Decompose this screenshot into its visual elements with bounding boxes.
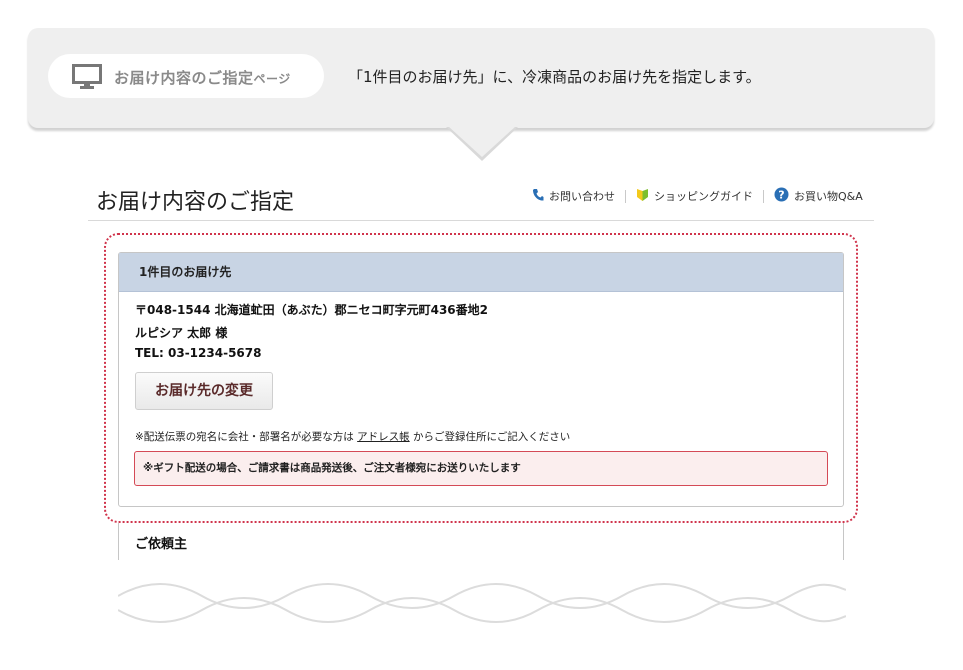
callout-pointer-fill xyxy=(448,126,516,157)
link-divider xyxy=(763,189,764,203)
cut-off-wave xyxy=(118,560,846,623)
change-address-button[interactable]: お届け先の変更 xyxy=(135,372,273,410)
panel-heading: 1件目のお届け先 xyxy=(119,253,843,292)
header-divider xyxy=(88,220,874,221)
requester-section: ご依頼主 xyxy=(118,523,844,563)
shipping-address-panel: 1件目のお届け先 〒048-1544 北海道虻田（あぶた）郡ニセコ町字元町436… xyxy=(118,252,844,507)
phone-icon xyxy=(532,188,544,205)
recipient-phone: TEL: 03-1234-5678 xyxy=(135,346,262,360)
beginner-mark-icon xyxy=(636,188,649,205)
shopping-guide-link[interactable]: ショッピングガイド xyxy=(636,188,753,205)
address-book-link[interactable]: アドレス帳 xyxy=(357,431,410,443)
contact-link[interactable]: お問い合わせ xyxy=(532,188,615,205)
page-name-label: お届け内容のご指定ページ xyxy=(114,69,291,87)
requester-heading: ご依頼主 xyxy=(135,537,188,552)
question-icon: ? xyxy=(774,187,789,205)
link-divider xyxy=(625,189,626,203)
postal-address: 〒048-1544 北海道虻田（あぶた）郡ニセコ町字元町436番地2 xyxy=(135,303,489,317)
qa-link[interactable]: ? お買い物Q&A xyxy=(774,187,863,205)
instruction-callout: お届け内容のご指定ページ 「1件目のお届け先」に、冷凍商品のお届け先を指定します… xyxy=(28,28,934,128)
monitor-icon xyxy=(72,64,102,94)
gift-notice: ※ギフト配送の場合、ご請求書は商品発送後、ご注文者様宛にお送りいたします xyxy=(134,451,828,486)
page-name-pill: お届け内容のご指定ページ xyxy=(48,54,324,98)
svg-text:?: ? xyxy=(778,189,784,202)
address-book-note: ※配送伝票の宛名に会社・部署名が必要な方は アドレス帳 からご登録住所にご記入く… xyxy=(135,431,571,443)
recipient-name: ルピシア 太郎 様 xyxy=(135,326,228,340)
header-links: お問い合わせ ショッピングガイド ? お買い物Q&A xyxy=(532,187,863,205)
callout-description: 「1件目のお届け先」に、冷凍商品のお届け先を指定します。 xyxy=(348,68,761,86)
page-title: お届け内容のご指定 xyxy=(96,190,295,215)
